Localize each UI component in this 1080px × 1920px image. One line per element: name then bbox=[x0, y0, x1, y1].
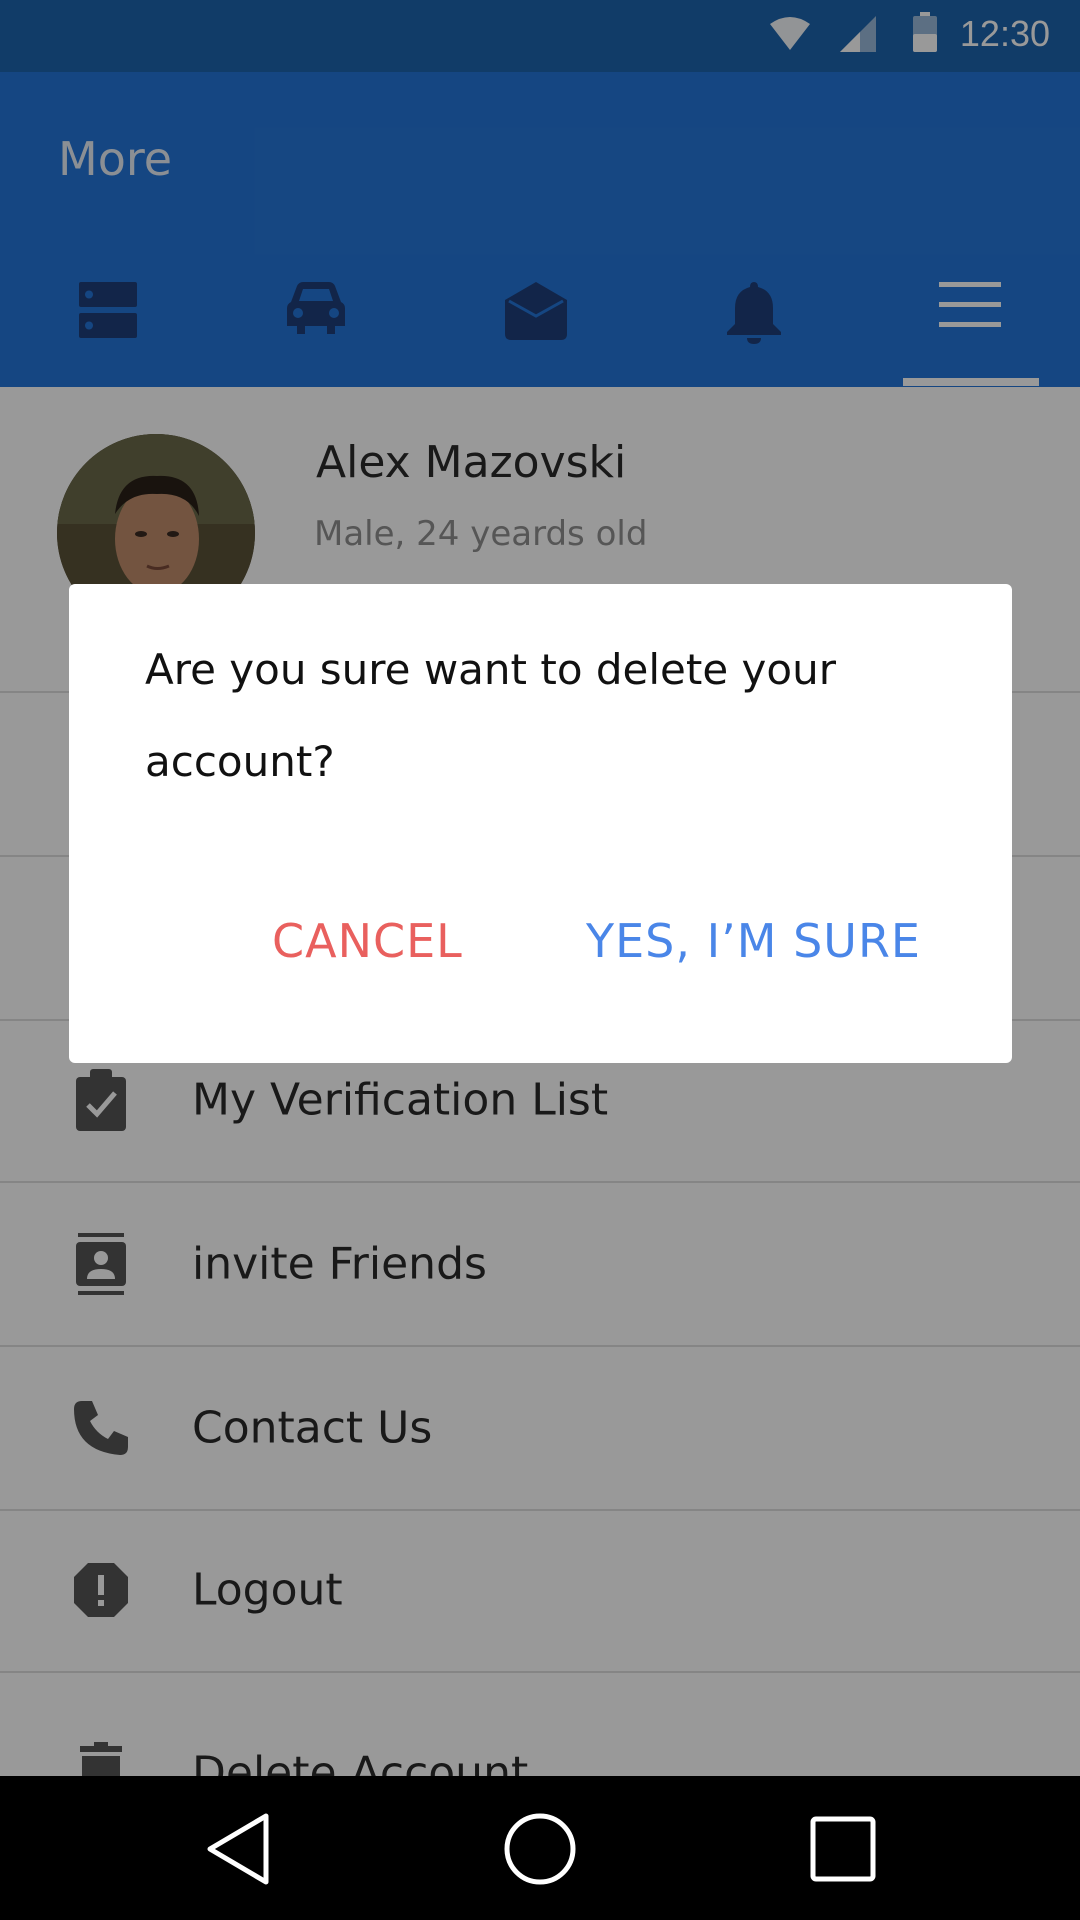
confirm-delete-button[interactable]: YES, I’M SURE bbox=[586, 914, 921, 968]
home-icon[interactable] bbox=[503, 1812, 577, 1886]
cancel-button[interactable]: CANCEL bbox=[272, 914, 463, 968]
back-icon[interactable] bbox=[206, 1812, 272, 1886]
recents-icon[interactable] bbox=[810, 1816, 876, 1882]
navigation-bar bbox=[0, 1776, 1080, 1920]
delete-account-dialog: Are you sure want to delete your account… bbox=[69, 584, 1012, 1063]
dialog-message: Are you sure want to delete your account… bbox=[145, 645, 836, 786]
